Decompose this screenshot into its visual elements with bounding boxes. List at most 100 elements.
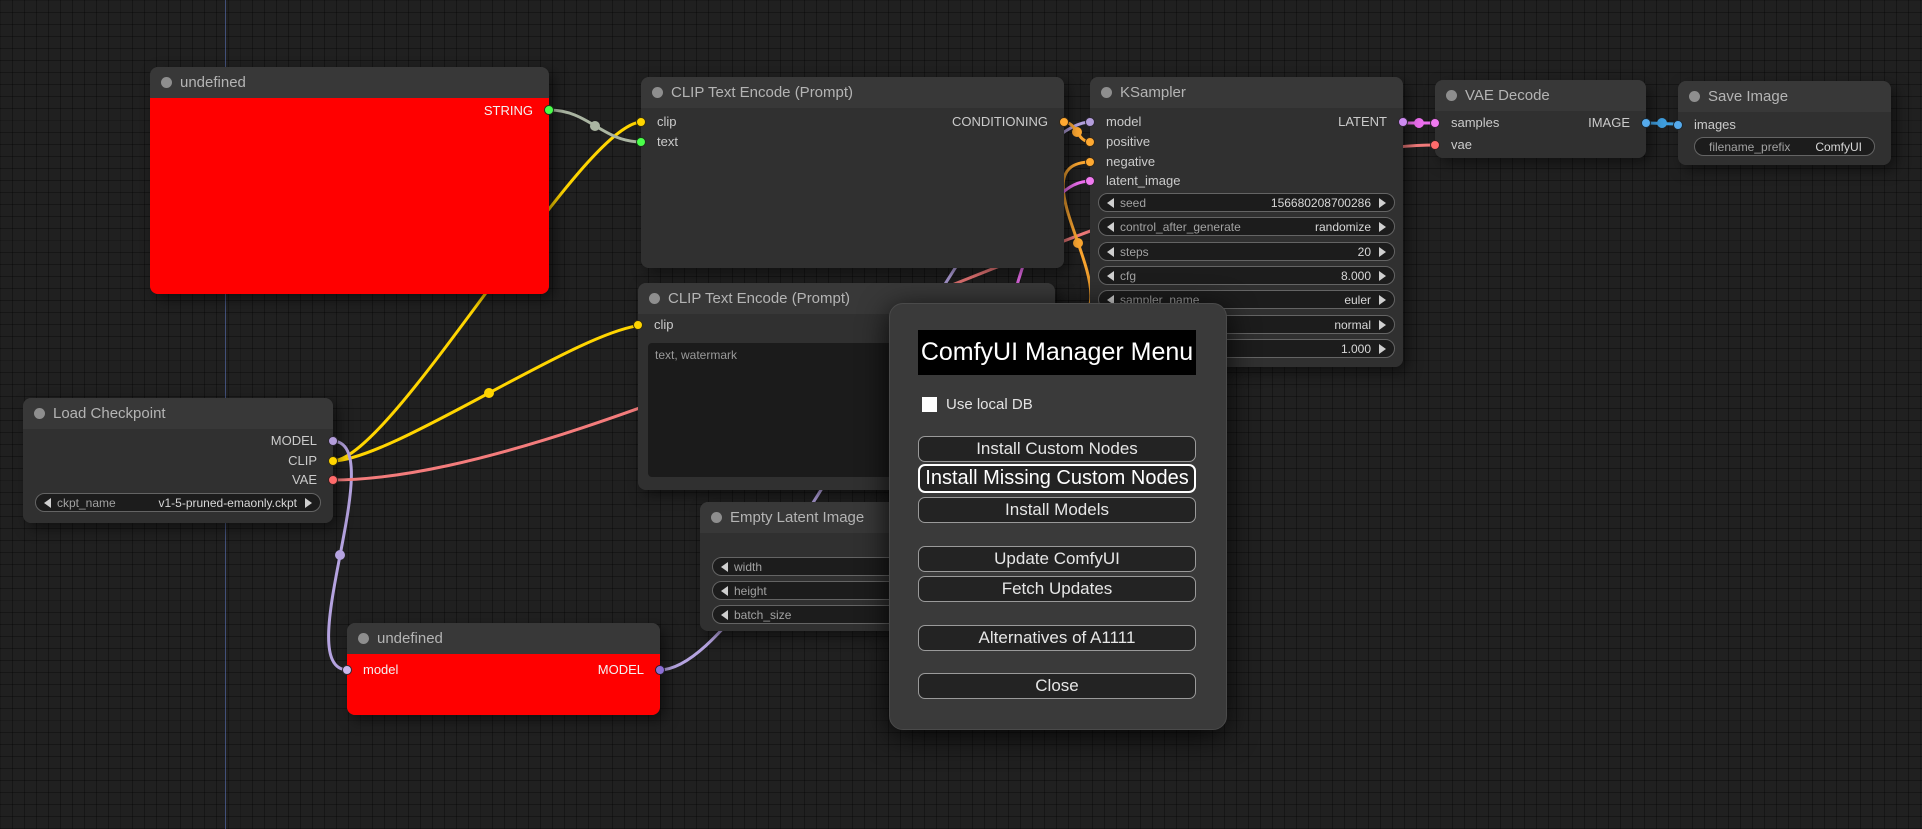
output-port-model[interactable] [655,665,665,675]
node-header[interactable]: Empty Latent Image [700,502,910,533]
widget-steps[interactable]: steps 20 [1098,242,1395,261]
wire-dot-image-to-images[interactable] [1657,118,1667,128]
output-label-model: MODEL [270,433,317,448]
widget-value[interactable]: 156680208700286 [1271,196,1371,210]
input-port-positive[interactable] [1085,137,1095,147]
install-missing-custom-nodes-button[interactable]: Install Missing Custom Nodes [918,464,1196,493]
decrement-arrow-icon[interactable] [1107,246,1114,257]
fetch-updates-button[interactable]: Fetch Updates [918,576,1196,602]
output-port-model[interactable] [328,436,338,446]
increment-arrow-icon[interactable] [1379,197,1386,208]
node-empty-latent-image[interactable]: Empty Latent Image width height batch_si… [700,502,910,631]
widget-value[interactable]: 8.000 [1341,269,1371,283]
node-header[interactable]: CLIP Text Encode (Prompt) [641,77,1064,108]
node-vae-decode[interactable]: VAE Decode samples vae IMAGE [1430,80,1651,158]
input-port-vae[interactable] [1430,140,1440,150]
decrement-arrow-icon[interactable] [1107,221,1114,232]
node-header[interactable]: undefined [150,67,549,98]
widget-control-after-generate[interactable]: control_after_generate randomize [1098,217,1395,236]
input-port-model[interactable] [342,665,352,675]
collapse-dot-icon[interactable] [1101,87,1112,98]
widget-label: seed [1120,195,1147,210]
wire-dot-latent-to-samples[interactable] [1414,118,1424,128]
output-port-image[interactable] [1641,118,1651,128]
decrement-arrow-icon[interactable] [721,609,728,620]
output-port-conditioning[interactable] [1059,117,1069,127]
node-undefined-bottom[interactable]: undefined model MODEL [342,623,665,715]
widget-label: ckpt_name [57,495,116,510]
node-load-checkpoint[interactable]: Load Checkpoint MODEL CLIP VAE ckpt_name… [23,398,338,523]
node-undefined-top[interactable]: undefined STRING [150,67,554,294]
node-header[interactable]: undefined [347,623,660,654]
increment-arrow-icon[interactable] [1379,319,1386,330]
widget-value[interactable]: normal [1334,318,1371,332]
widget-filename-prefix[interactable]: filename_prefix ComfyUI [1694,137,1875,156]
node-header[interactable]: Save Image [1678,81,1891,112]
increment-arrow-icon[interactable] [1379,294,1386,305]
increment-arrow-icon[interactable] [1379,270,1386,281]
decrement-arrow-icon[interactable] [721,585,728,596]
collapse-dot-icon[interactable] [358,633,369,644]
input-port-text[interactable] [636,137,646,147]
widget-value[interactable]: v1-5-pruned-emaonly.ckpt [158,496,297,510]
close-button[interactable]: Close [918,673,1196,699]
widget-seed[interactable]: seed 156680208700286 [1098,193,1395,212]
wire-dot-cond1-to-positive[interactable] [1072,127,1082,137]
input-port-latent-image[interactable] [1085,176,1095,186]
node-clip-text-encode-1[interactable]: CLIP Text Encode (Prompt) clip text COND… [636,77,1069,268]
wire-string-to-text [548,108,643,144]
input-port-images[interactable] [1673,120,1683,130]
decrement-arrow-icon[interactable] [44,497,51,508]
collapse-dot-icon[interactable] [161,77,172,88]
collapse-dot-icon[interactable] [1689,91,1700,102]
widget-value[interactable]: ComfyUI [1815,140,1862,154]
input-port-negative[interactable] [1085,157,1095,167]
widget-width[interactable]: width [712,557,902,576]
install-custom-nodes-button[interactable]: Install Custom Nodes [918,436,1196,462]
widget-height[interactable]: height [712,581,902,600]
node-title: VAE Decode [1465,87,1550,104]
alternatives-of-a1111-button[interactable]: Alternatives of A1111 [918,625,1196,651]
collapse-dot-icon[interactable] [649,293,660,304]
widget-cfg[interactable]: cfg 8.000 [1098,266,1395,285]
output-port-vae[interactable] [328,475,338,485]
collapse-dot-icon[interactable] [1446,90,1457,101]
node-graph-canvas[interactable]: undefined STRING CLIP Text Encode (Promp… [0,0,1922,829]
input-label-images: images [1694,117,1736,132]
widget-value[interactable]: randomize [1315,220,1371,234]
increment-arrow-icon[interactable] [305,497,312,508]
node-save-image[interactable]: Save Image images filename_prefix ComfyU… [1673,81,1891,165]
wire-dot-clip-to-clip2[interactable] [484,388,494,398]
decrement-arrow-icon[interactable] [1107,197,1114,208]
decrement-arrow-icon[interactable] [1107,270,1114,281]
output-port-string[interactable] [544,105,554,115]
widget-value[interactable]: 1.000 [1341,342,1371,356]
wire-dot-cond2-to-negative[interactable] [1073,238,1083,248]
collapse-dot-icon[interactable] [652,87,663,98]
input-port-clip[interactable] [636,117,646,127]
increment-arrow-icon[interactable] [1379,246,1386,257]
node-header[interactable]: VAE Decode [1435,80,1646,111]
wire-dot-string-to-text[interactable] [590,121,600,131]
use-local-db-checkbox[interactable] [922,397,937,412]
node-title: undefined [377,630,443,647]
wire-dot-model-to-undefined[interactable] [335,550,345,560]
widget-value[interactable]: 20 [1358,245,1371,259]
update-comfyui-button[interactable]: Update ComfyUI [918,546,1196,572]
collapse-dot-icon[interactable] [34,408,45,419]
collapse-dot-icon[interactable] [711,512,722,523]
widget-value[interactable]: euler [1344,293,1371,307]
decrement-arrow-icon[interactable] [721,561,728,572]
input-port-model[interactable] [1085,117,1095,127]
widget-ckpt-name[interactable]: ckpt_name v1-5-pruned-emaonly.ckpt [35,493,321,512]
install-models-button[interactable]: Install Models [918,497,1196,523]
output-port-latent[interactable] [1398,117,1408,127]
increment-arrow-icon[interactable] [1379,221,1386,232]
node-header[interactable]: Load Checkpoint [23,398,333,429]
output-port-clip[interactable] [328,456,338,466]
input-port-clip[interactable] [633,320,643,330]
increment-arrow-icon[interactable] [1379,343,1386,354]
node-header[interactable]: KSampler [1090,77,1403,108]
widget-batch-size[interactable]: batch_size [712,605,902,624]
input-port-samples[interactable] [1430,118,1440,128]
